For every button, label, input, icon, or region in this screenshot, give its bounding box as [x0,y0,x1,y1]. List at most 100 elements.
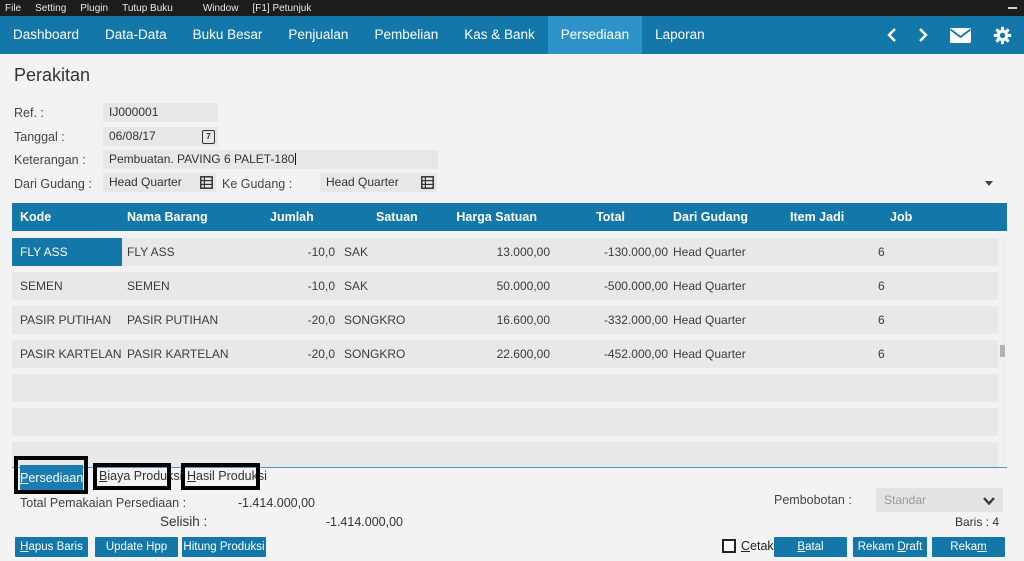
menu-petunjuk[interactable]: [F1] Petunjuk [252,3,311,14]
vertical-scrollbar[interactable] [998,238,1007,466]
cell[interactable]: PASIR PUTIHAN [122,306,270,334]
cell[interactable]: Head Quarter [670,340,762,368]
cell[interactable]: SONGKRO [338,306,430,334]
col-total: Total [552,203,670,231]
cell[interactable]: FLY ASS [122,238,270,266]
nav-data-data[interactable]: Data-Data [92,16,180,54]
cell[interactable]: 22.600,00 [430,340,552,368]
cell-kode-selected[interactable]: FLY ASS [12,238,122,266]
selisih-value: -1.414.000,00 [310,515,403,529]
ref-input[interactable]: IJ000001 [103,103,218,122]
cell[interactable]: 6 [850,272,998,300]
list-lookup-icon[interactable] [421,176,434,192]
minimize-icon[interactable] [1008,7,1017,9]
ref-label: Ref. : [14,106,44,120]
nav-penjualan[interactable]: Penjualan [275,16,361,54]
window-menubar: File Setting Plugin Tutup Buku Window [F… [0,0,1024,16]
table-row[interactable]: PASIR KARTELAN PASIR KARTELAN -20,0 SONG… [12,340,998,368]
table-row[interactable]: SEMEN SEMEN -10,0 SAK 50.000,00 -500.000… [12,272,998,300]
cell[interactable]: PASIR KARTELAN [12,340,122,368]
scrollbar-thumb[interactable] [1000,345,1005,357]
cell[interactable]: -332.000,00 [552,306,670,334]
chevron-down-icon[interactable] [985,181,993,186]
cell[interactable]: 13.000,00 [430,238,552,266]
cell[interactable]: Head Quarter [670,238,762,266]
page-title: Perakitan [14,65,90,86]
text-cursor [295,153,296,165]
cetak-checkbox[interactable] [722,539,736,553]
cell[interactable]: 6 [850,238,998,266]
update-hpp-button[interactable]: Update Hpp [95,537,178,557]
col-nama-barang: Nama Barang [122,203,270,231]
cell[interactable]: -20,0 [270,340,338,368]
tanggal-input[interactable]: 06/08/17 7 [103,127,218,146]
cell[interactable]: Head Quarter [670,306,762,334]
hapus-baris-button[interactable]: Hapus Baris [15,537,88,557]
cell[interactable] [762,306,850,334]
chevron-left-icon[interactable] [887,27,897,43]
table-row[interactable]: FLY ASS FLY ASS -10,0 SAK 13.000,00 -130… [12,238,998,266]
dari-gudang-input[interactable]: Head Quarter [103,173,216,192]
cell[interactable]: PASIR KARTELAN [122,340,270,368]
col-dari-gudang: Dari Gudang [670,203,762,231]
calendar-icon[interactable]: 7 [202,130,215,144]
cell[interactable] [762,340,850,368]
col-job: Job [850,203,1007,231]
nav-dashboard[interactable]: Dashboard [0,16,92,54]
tanggal-label: Tanggal : [14,130,65,144]
keterangan-input[interactable]: Pembuatan. PAVING 6 PALET-180 [103,150,438,169]
cell[interactable]: PASIR PUTIHAN [12,306,122,334]
cell[interactable]: -10,0 [270,238,338,266]
items-table: Kode Nama Barang Jumlah Satuan Harga Sat… [12,203,1007,468]
nav-pembelian[interactable]: Pembelian [361,16,451,54]
menu-setting[interactable]: Setting [35,3,66,14]
nav-buku-besar[interactable]: Buku Besar [180,16,276,54]
cell[interactable]: 16.600,00 [430,306,552,334]
total-pemakaian-value: -1.414.000,00 [225,496,315,510]
nav-kas-bank[interactable]: Kas & Bank [451,16,548,54]
ke-gudang-input[interactable]: Head Quarter [320,173,437,192]
cell[interactable]: 50.000,00 [430,272,552,300]
cell[interactable] [762,238,850,266]
cell[interactable]: SAK [338,238,430,266]
table-row-empty[interactable] [12,408,998,436]
cell[interactable]: SEMEN [122,272,270,300]
mail-icon[interactable] [949,27,972,44]
gear-icon[interactable] [993,26,1012,45]
chevron-right-icon[interactable] [918,27,928,43]
cell[interactable]: -500.000,00 [552,272,670,300]
list-lookup-icon[interactable] [200,176,213,192]
cell[interactable] [762,272,850,300]
cell[interactable]: 6 [850,340,998,368]
cell[interactable]: SAK [338,272,430,300]
rekam-draft-button[interactable]: Rekam Draft [853,537,927,557]
nav-laporan[interactable]: Laporan [642,16,718,54]
cell[interactable]: Head Quarter [670,272,762,300]
menu-plugin[interactable]: Plugin [80,3,108,14]
table-row-empty[interactable] [12,374,998,402]
menu-window[interactable]: Window [203,3,239,14]
menu-tutup-buku[interactable]: Tutup Buku [122,3,173,14]
rekam-button[interactable]: Rekam [932,537,1005,557]
pembobotan-label: Pembobotan : [774,493,852,507]
cell[interactable]: SEMEN [12,272,122,300]
menu-file[interactable]: File [5,3,21,14]
pembobotan-value: Standar [884,488,926,512]
cetak-label: Cetak [741,539,774,553]
batal-button[interactable]: Batal [774,537,847,557]
col-satuan: Satuan [338,203,430,231]
cell[interactable]: -130.000,00 [552,238,670,266]
col-jumlah: Jumlah [270,203,338,231]
hitung-produksi-button[interactable]: Hitung Produksi [182,537,266,557]
table-body: FLY ASS FLY ASS -10,0 SAK 13.000,00 -130… [12,238,998,468]
cell[interactable]: -20,0 [270,306,338,334]
cell[interactable]: SONGKRO [338,340,430,368]
table-row[interactable]: PASIR PUTIHAN PASIR PUTIHAN -20,0 SONGKR… [12,306,998,334]
cell[interactable]: 6 [850,306,998,334]
selisih-label: Selisih : [160,514,207,529]
cell[interactable]: -10,0 [270,272,338,300]
pembobotan-select[interactable]: Standar [876,488,1003,512]
nav-persediaan[interactable]: Persediaan [548,16,642,54]
cell[interactable]: -452.000,00 [552,340,670,368]
total-pemakaian-label: Total Pemakaian Persediaan : [20,496,186,510]
